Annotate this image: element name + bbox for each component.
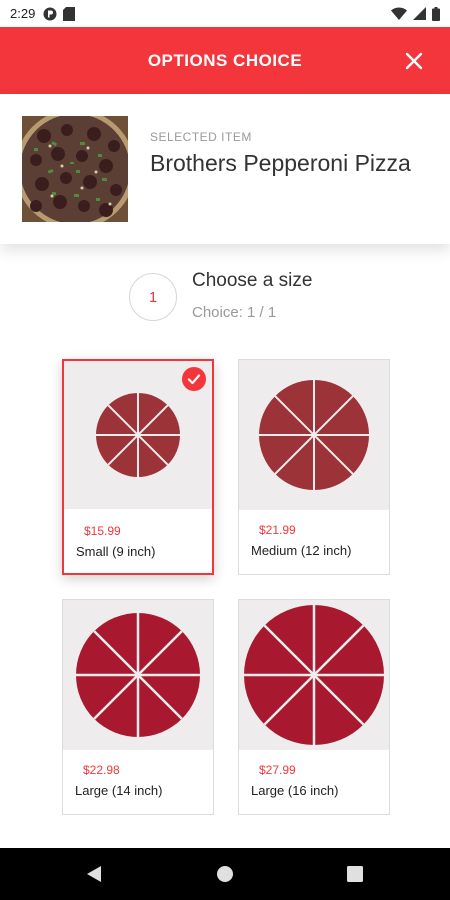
nav-recents-button[interactable] — [347, 866, 363, 882]
selected-item-label: SELECTED ITEM — [150, 130, 252, 144]
close-button[interactable] — [402, 49, 426, 73]
pizza-medium-icon — [259, 380, 369, 490]
status-system-icons — [391, 6, 440, 21]
size-option-large-14[interactable]: $22.98 Large (14 inch) — [62, 599, 214, 815]
step-choice-count: Choice: 1 / 1 — [192, 304, 277, 321]
status-bar: 2:29 — [0, 0, 450, 27]
option-price: $22.98 — [83, 763, 120, 777]
selected-check-badge — [182, 367, 206, 391]
option-price: $27.99 — [259, 763, 296, 777]
pizza-extra-large-icon — [244, 605, 384, 745]
selected-item-name: Brothers Pepperoni Pizza — [150, 150, 411, 176]
pizza-large-icon — [76, 613, 200, 737]
wifi-icon — [391, 7, 407, 20]
sd-card-icon — [63, 6, 76, 21]
status-notification-icons — [43, 6, 76, 21]
option-image — [239, 360, 389, 510]
pizza-small-icon — [96, 393, 180, 477]
home-circle-icon — [217, 866, 233, 882]
size-option-small[interactable]: $15.99 Small (9 inch) — [62, 359, 214, 575]
size-option-medium[interactable]: $21.99 Medium (12 inch) — [238, 359, 390, 575]
options-header: OPTIONS CHOICE — [0, 27, 450, 94]
header-title: OPTIONS CHOICE — [147, 50, 303, 70]
pizza-thumbnail — [22, 116, 128, 222]
system-navigation-bar — [0, 848, 450, 900]
close-icon — [405, 52, 423, 69]
recents-square-icon — [347, 866, 363, 882]
selected-item-card: SELECTED ITEM Brothers Pepperoni Pizza — [0, 94, 450, 244]
option-price: $15.99 — [84, 524, 121, 538]
option-image — [239, 600, 389, 750]
size-option-large-16[interactable]: $27.99 Large (16 inch) — [238, 599, 390, 815]
status-time: 2:29 — [10, 6, 36, 21]
option-label: Large (16 inch) — [251, 783, 339, 798]
battery-icon — [432, 6, 440, 21]
option-label: Large (14 inch) — [75, 783, 163, 798]
cellular-icon — [413, 7, 426, 20]
option-image — [63, 600, 213, 750]
app-notification-icon — [43, 7, 57, 20]
step-number: 1 — [129, 273, 177, 321]
option-price: $21.99 — [259, 523, 296, 537]
back-triangle-icon — [87, 866, 101, 882]
option-label: Medium (12 inch) — [251, 543, 352, 558]
nav-back-button[interactable] — [86, 865, 102, 883]
nav-home-button[interactable] — [216, 865, 234, 883]
option-label: Small (9 inch) — [76, 544, 156, 559]
checkmark-icon — [187, 374, 201, 385]
step-title: Choose a size — [192, 270, 313, 291]
